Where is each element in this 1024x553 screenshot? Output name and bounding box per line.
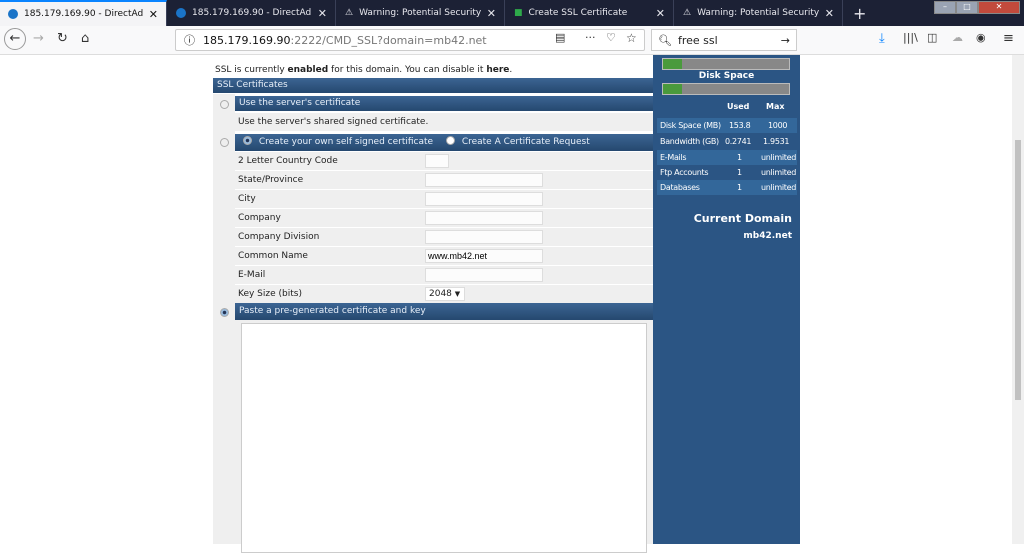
field-common-name: Common Name — [235, 247, 653, 266]
close-tab-icon[interactable]: ✕ — [656, 7, 665, 20]
disk-space-bar-fill — [663, 84, 682, 94]
stat-row: Databases 1 unlimited — [657, 180, 797, 195]
sync-icon[interactable]: ☁ — [952, 31, 963, 44]
search-input[interactable]: 🔍︎ free ssl → — [651, 29, 797, 51]
city-input[interactable] — [425, 192, 543, 206]
radio-cert-request[interactable] — [445, 136, 455, 145]
new-tab-button[interactable]: + — [845, 0, 874, 26]
radio-self-signed[interactable] — [243, 136, 252, 145]
current-domain-title: Current Domain — [693, 212, 792, 225]
stat-row: Disk Space (MB) 153.8 1000 — [657, 118, 797, 133]
close-window-button[interactable]: ✕ — [978, 1, 1020, 14]
col-max: Max — [766, 102, 785, 111]
ssl-status-note: SSL is currently enabled for this domain… — [215, 65, 513, 75]
reload-button[interactable]: ↻ — [57, 31, 68, 46]
ssl-main: SSL is currently enabled for this domain… — [213, 55, 653, 553]
company-input[interactable] — [425, 211, 543, 225]
search-go-icon[interactable]: → — [781, 34, 790, 47]
tab-warning-1[interactable]: ⚠Warning: Potential Security Risk✕ — [337, 0, 505, 26]
stat-row: E-Mails 1 unlimited — [657, 150, 797, 165]
certificate-textarea[interactable] — [241, 323, 647, 553]
state-input[interactable] — [425, 173, 543, 187]
back-button[interactable]: ← — [4, 28, 26, 50]
sidebar-toggle-icon[interactable]: ◫ — [927, 31, 937, 44]
radio-paste-cert[interactable] — [220, 308, 229, 317]
tab-warning-2[interactable]: ⚠Warning: Potential Security Risk✕ — [675, 0, 843, 26]
current-domain: mb42.net — [743, 231, 792, 241]
stat-row: Ftp Accounts 1 unlimited — [660, 168, 797, 177]
globe-icon — [176, 8, 186, 18]
radio-create-cert[interactable] — [220, 138, 229, 147]
download-icon[interactable]: ⤓ — [879, 31, 885, 46]
pocket-icon[interactable]: ♡ — [606, 31, 616, 44]
close-tab-icon[interactable]: ✕ — [149, 8, 158, 21]
usage-sidebar: Disk Space Used Max Disk Space (MB) 153.8… — [653, 55, 800, 544]
usage-bar — [662, 58, 790, 70]
section-header: SSL Certificates — [213, 78, 653, 93]
nav-toolbar: ← → ↻ ⌂ ⓘ 185.179.169.90:2222/CMD_SSL?dom… — [0, 26, 1024, 55]
scrollbar-thumb[interactable] — [1015, 140, 1021, 400]
home-button[interactable]: ⌂ — [81, 31, 89, 46]
warning-icon: ⚠ — [683, 8, 692, 18]
key-size-select[interactable]: 2048 ▼ — [425, 287, 465, 301]
menu-icon[interactable]: ≡ — [1003, 31, 1014, 46]
tab-directadmin-2[interactable]: 185.179.169.90 - DirectAdmin v✕ — [168, 0, 336, 26]
disk-space-bar — [662, 83, 790, 95]
close-tab-icon[interactable]: ✕ — [825, 7, 834, 20]
address-bar[interactable]: ⓘ 185.179.169.90:2222/CMD_SSL?domain=mb42… — [175, 29, 645, 51]
page-content: SSL is currently enabled for this domain… — [0, 55, 1012, 553]
minimize-button[interactable]: – — [934, 1, 956, 14]
tab-bar: 185.179.169.90 - DirectAdmin v✕ 185.179.… — [0, 0, 1024, 26]
field-company: Company — [235, 209, 653, 228]
tab-directadmin-1[interactable]: 185.179.169.90 - DirectAdmin v✕ — [0, 0, 167, 26]
server-cert-desc: Use the server's shared signed certifica… — [238, 117, 429, 127]
option-create-cert: Create your own self signed certificate … — [235, 134, 653, 151]
field-email: E-Mail — [235, 266, 653, 285]
maximize-button[interactable]: □ — [956, 1, 978, 14]
more-actions-icon[interactable]: ··· — [585, 31, 596, 44]
info-icon: ⓘ — [184, 34, 195, 47]
chevron-down-icon: ▼ — [454, 290, 461, 298]
field-division: Company Division — [235, 228, 653, 247]
common-name-input[interactable] — [425, 249, 543, 263]
field-city: City — [235, 190, 653, 209]
bookmark-star-icon[interactable]: ☆ — [626, 31, 637, 45]
lock-icon: ■ — [514, 8, 523, 18]
field-state: State/Province — [235, 171, 653, 190]
reader-view-icon[interactable]: ▤ — [555, 31, 565, 44]
forward-button[interactable]: → — [33, 31, 44, 46]
library-icon[interactable]: |||\ — [903, 31, 918, 44]
option-server-cert: Use the server's certificate — [235, 96, 653, 111]
option-paste-cert: Paste a pre-generated certificate and ke… — [235, 303, 653, 320]
disk-space-label: Disk Space — [698, 71, 755, 81]
close-tab-icon[interactable]: ✕ — [318, 7, 327, 20]
usage-bar-fill — [663, 59, 682, 69]
globe-icon — [8, 9, 18, 19]
search-icon: 🔍︎ — [658, 33, 672, 47]
field-country: 2 Letter Country Code — [235, 152, 653, 171]
col-used: Used — [727, 102, 750, 111]
close-tab-icon[interactable]: ✕ — [487, 7, 496, 20]
account-icon[interactable]: ◉ — [976, 31, 986, 44]
scrollbar[interactable] — [1012, 55, 1024, 544]
stat-row: Bandwidth (GB) 0.2741 1.9531 — [660, 137, 790, 146]
email-input[interactable] — [425, 268, 543, 282]
radio-server-cert[interactable] — [220, 100, 229, 109]
country-input[interactable] — [425, 154, 449, 168]
division-input[interactable] — [425, 230, 543, 244]
field-key-size: Key Size (bits) 2048 ▼ — [235, 285, 653, 304]
tab-create-ssl[interactable]: ■ Create SSL Certificate ✕ — [506, 0, 674, 26]
disable-ssl-link[interactable]: here — [486, 65, 509, 75]
warning-icon: ⚠ — [345, 8, 354, 18]
